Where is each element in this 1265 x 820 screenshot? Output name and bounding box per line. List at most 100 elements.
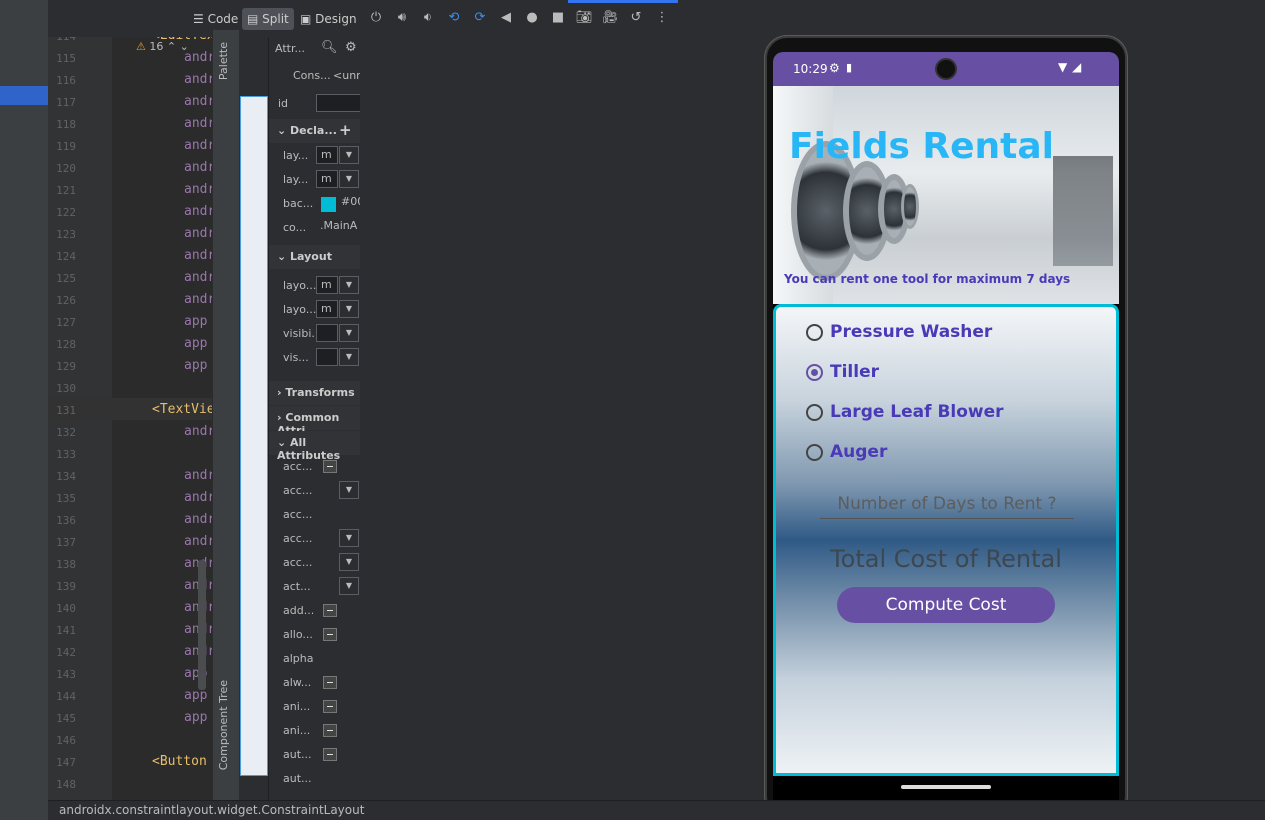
radio-button[interactable] bbox=[806, 324, 823, 341]
attribute-value-field[interactable]: .MainA bbox=[316, 218, 360, 236]
code-line[interactable]: andr bbox=[184, 468, 212, 483]
attribute-row: allo... bbox=[269, 623, 360, 647]
split-view-button[interactable]: ▤ Split bbox=[242, 8, 294, 30]
code-line[interactable]: <Button bbox=[152, 754, 207, 769]
code-line[interactable]: andr bbox=[184, 72, 212, 87]
screen-record-icon[interactable]: 🎥︎ bbox=[601, 9, 619, 27]
code-line[interactable]: andr bbox=[184, 270, 212, 285]
code-line[interactable]: andr bbox=[184, 138, 212, 153]
code-line[interactable]: andr bbox=[184, 490, 212, 505]
all-attributes-section[interactable]: ⌄ All Attributes bbox=[269, 431, 360, 462]
remove-flag-icon[interactable] bbox=[323, 460, 337, 473]
tool-option[interactable]: Tiller bbox=[806, 359, 1106, 387]
attributes-panel: Attr... 🔍︎ ⚙ Cons... <unn id ⌄ Decla... … bbox=[268, 37, 360, 800]
code-line[interactable]: andr bbox=[184, 424, 212, 439]
radio-button[interactable] bbox=[806, 444, 823, 461]
back-icon[interactable]: ◀ bbox=[497, 9, 515, 27]
warning-indicator[interactable]: ⚠ 16 ⌃ ⌄ bbox=[136, 40, 189, 53]
overview-icon[interactable]: ■ bbox=[549, 9, 567, 27]
remove-flag-icon[interactable] bbox=[323, 724, 337, 737]
project-selected-item[interactable] bbox=[0, 86, 48, 105]
chevron-down-icon[interactable]: ▼ bbox=[339, 481, 359, 499]
common-attributes-section[interactable]: › Common Attri bbox=[269, 406, 360, 437]
code-line[interactable]: andr bbox=[184, 116, 212, 131]
chevron-down-icon[interactable]: ▼ bbox=[339, 276, 359, 294]
more-options-icon[interactable]: ⋮ bbox=[653, 9, 671, 27]
rotate-left-icon[interactable]: ⟲ bbox=[445, 9, 463, 27]
remove-flag-icon[interactable] bbox=[323, 628, 337, 641]
search-icon[interactable]: 🔍︎ bbox=[321, 40, 338, 55]
color-swatch[interactable] bbox=[321, 197, 336, 212]
layout-section[interactable]: ⌄ Layout bbox=[269, 245, 360, 269]
tool-option[interactable]: Large Leaf Blower bbox=[806, 399, 1106, 427]
chevron-up-icon[interactable]: ⌃ bbox=[167, 40, 176, 53]
code-line[interactable]: app bbox=[184, 314, 207, 329]
code-line[interactable]: andr bbox=[184, 534, 212, 549]
id-field[interactable] bbox=[316, 94, 360, 112]
chevron-down-icon[interactable]: ▼ bbox=[339, 324, 359, 342]
code-line[interactable]: app bbox=[184, 336, 207, 351]
chevron-down-icon[interactable]: ▼ bbox=[339, 529, 359, 547]
remove-flag-icon[interactable] bbox=[323, 748, 337, 761]
remove-flag-icon[interactable] bbox=[323, 604, 337, 617]
attribute-row: vis... ▼ bbox=[269, 346, 360, 370]
code-line[interactable]: <TextVie bbox=[152, 402, 212, 417]
code-view-button[interactable]: ☰ Code bbox=[188, 8, 243, 30]
power-icon[interactable]: ⏻ bbox=[367, 9, 385, 27]
chevron-down-icon[interactable]: ▼ bbox=[339, 553, 359, 571]
design-view-button[interactable]: ▣ Design bbox=[295, 8, 362, 30]
compute-cost-button[interactable]: Compute Cost bbox=[837, 587, 1055, 623]
gear-icon[interactable]: ⚙ bbox=[345, 40, 357, 55]
breadcrumb[interactable]: androidx.constraintlayout.widget.Constra… bbox=[59, 803, 364, 817]
chevron-down-icon[interactable]: ▼ bbox=[339, 300, 359, 318]
chevron-down-icon[interactable]: ▼ bbox=[339, 348, 359, 366]
chevron-down-icon[interactable]: ⌄ bbox=[180, 40, 189, 53]
attribute-value-field[interactable]: #00 bbox=[337, 194, 360, 212]
attribute-value-field[interactable] bbox=[316, 348, 338, 366]
attribute-value-field[interactable]: m bbox=[316, 146, 338, 164]
line-number: 116 bbox=[56, 74, 76, 87]
code-line[interactable]: andr bbox=[184, 226, 212, 241]
radio-button[interactable] bbox=[806, 404, 823, 421]
code-line[interactable]: app bbox=[184, 358, 207, 373]
remove-flag-icon[interactable] bbox=[323, 676, 337, 689]
split-view-icon: ▤ bbox=[247, 12, 263, 26]
radio-button[interactable] bbox=[806, 364, 823, 381]
device-screen[interactable]: 10:29 ⚙ ▮ ▼ ◢ Fields Rental You can rent… bbox=[773, 52, 1119, 800]
code-line[interactable]: andr bbox=[184, 182, 212, 197]
home-handle[interactable] bbox=[901, 785, 991, 789]
code-line[interactable]: app bbox=[184, 710, 207, 725]
code-line[interactable]: andr bbox=[184, 204, 212, 219]
attribute-value-field[interactable]: m bbox=[316, 300, 338, 318]
transforms-section[interactable]: › Transforms bbox=[269, 381, 360, 405]
remove-flag-icon[interactable] bbox=[323, 700, 337, 713]
volume-down-icon[interactable]: 🔉︎ bbox=[419, 9, 437, 27]
chevron-down-icon[interactable]: ▼ bbox=[339, 146, 359, 164]
chevron-down-icon[interactable]: ▼ bbox=[339, 170, 359, 188]
attribute-value-field[interactable]: m bbox=[316, 170, 338, 188]
reset-icon[interactable]: ↺ bbox=[627, 9, 645, 27]
tab-component-tree[interactable]: Component Tree bbox=[217, 680, 230, 770]
add-attribute-icon[interactable]: + bbox=[339, 121, 352, 139]
chevron-down-icon[interactable]: ▼ bbox=[339, 577, 359, 595]
attribute-value-field[interactable] bbox=[316, 324, 338, 342]
rotate-right-icon[interactable]: ⟳ bbox=[471, 9, 489, 27]
code-line[interactable]: andr bbox=[184, 292, 212, 307]
attribute-value-field[interactable]: m bbox=[316, 276, 338, 294]
tab-palette[interactable]: Palette bbox=[217, 42, 230, 80]
screenshot-icon[interactable]: 📷︎ bbox=[575, 9, 593, 27]
home-icon[interactable]: ● bbox=[523, 9, 541, 27]
code-line[interactable]: andr bbox=[184, 160, 212, 175]
code-editor[interactable]: <EditTexandrandrandrandrandrandrandrandr… bbox=[48, 0, 212, 800]
declared-attributes-section[interactable]: ⌄ Decla... + bbox=[269, 119, 360, 143]
tool-option[interactable]: Pressure Washer bbox=[806, 319, 1106, 347]
code-line[interactable]: andr bbox=[184, 512, 212, 527]
volume-up-icon[interactable]: 🔊︎ bbox=[393, 9, 411, 27]
editor-scrollbar[interactable] bbox=[198, 560, 206, 690]
code-line[interactable]: app bbox=[184, 688, 207, 703]
days-input[interactable] bbox=[820, 489, 1074, 519]
tool-option[interactable]: Auger bbox=[806, 439, 1106, 467]
blueprint-preview-strip[interactable] bbox=[240, 96, 268, 776]
code-line[interactable]: andr bbox=[184, 248, 212, 263]
code-line[interactable]: andr bbox=[184, 94, 212, 109]
